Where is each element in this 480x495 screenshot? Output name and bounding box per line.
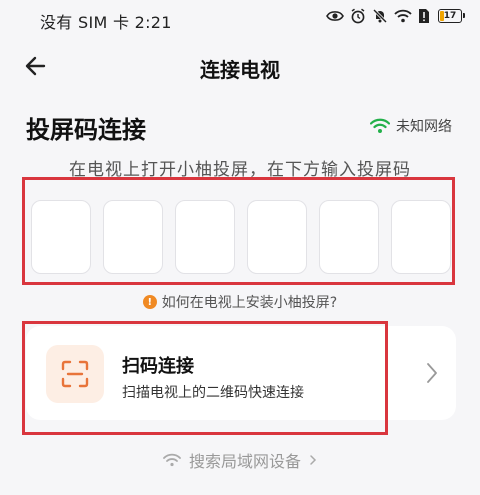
sim-alert-icon	[419, 9, 429, 23]
code-input-box-2[interactable]	[103, 200, 163, 274]
status-icons: 17	[326, 8, 465, 24]
scan-connect-description: 扫描电视上的二维码快速连接	[122, 385, 304, 401]
status-carrier-time: 没有 SIM 卡 2:21	[40, 13, 172, 32]
status-bar: 没有 SIM 卡 2:21 17	[0, 0, 480, 36]
network-status: 未知网络	[370, 116, 452, 136]
page-title: 连接电视	[200, 58, 280, 82]
wifi-icon	[370, 118, 390, 133]
network-label: 未知网络	[396, 119, 452, 135]
lan-search-label: 搜索局域网设备	[188, 452, 301, 471]
scan-icon-container	[46, 345, 104, 403]
wifi-status-icon	[394, 9, 412, 23]
scan-connect-card[interactable]: 扫码连接 扫描电视上的二维码快速连接	[26, 326, 456, 420]
chevron-right-icon	[427, 363, 437, 383]
warning-icon: !	[142, 295, 157, 309]
wifi-search-icon	[163, 453, 181, 467]
chevron-right-small-icon	[310, 455, 317, 465]
code-input-box-3[interactable]	[175, 200, 235, 274]
battery-level: 17	[443, 11, 457, 21]
code-input-box-1[interactable]	[31, 200, 91, 274]
install-help-label: 如何在电视上安装小柚投屏?	[161, 295, 338, 311]
code-input-area	[22, 177, 455, 285]
mute-bell-icon	[372, 8, 388, 24]
scan-connect-title: 扫码连接	[122, 356, 194, 377]
alarm-icon	[351, 8, 365, 24]
battery-icon: 17	[438, 9, 465, 23]
section-title: 投屏码连接	[26, 116, 146, 144]
eye-icon	[326, 11, 344, 21]
header: 连接电视	[0, 44, 480, 88]
install-help-link[interactable]: ! 如何在电视上安装小柚投屏?	[0, 292, 480, 312]
code-input-box-4[interactable]	[247, 200, 307, 274]
lan-search-link[interactable]: 搜索局域网设备	[0, 448, 480, 472]
scan-qr-icon	[61, 360, 89, 388]
code-input-box-6[interactable]	[391, 200, 451, 274]
code-input-box-5[interactable]	[319, 200, 379, 274]
